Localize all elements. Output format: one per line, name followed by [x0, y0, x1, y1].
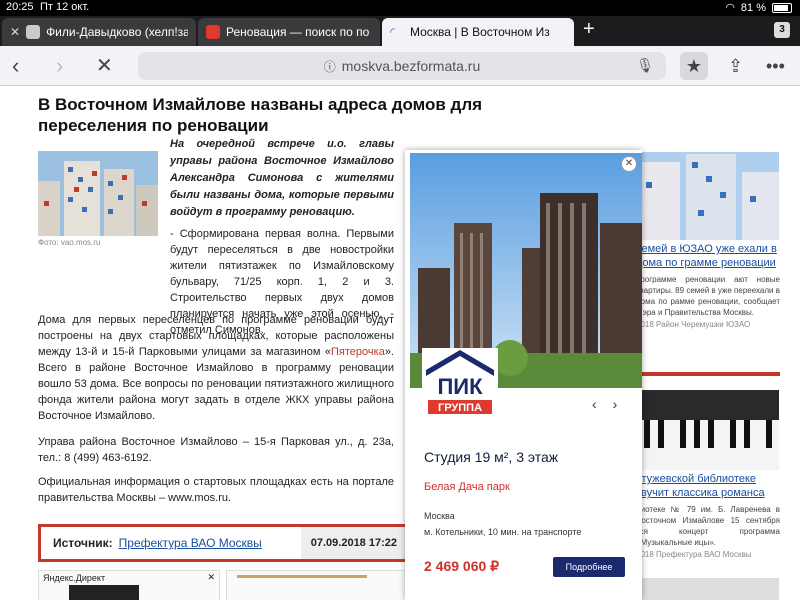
favicon-icon — [206, 25, 220, 39]
ad-price: 2 469 060 ₽ — [424, 558, 500, 574]
share-icon[interactable]: ⇪ — [728, 54, 743, 78]
back-icon[interactable]: ‹ — [12, 54, 19, 78]
sidebar-divider — [636, 372, 780, 376]
article-lead: На очередной встрече и.о. главы управы р… — [170, 138, 394, 218]
sweater-image — [69, 585, 139, 600]
tab-title: Фили-Давыдково (хелп!за — [46, 25, 188, 39]
source-link[interactable]: Префектура ВАО Москвы — [119, 536, 262, 550]
article-photo — [38, 151, 158, 236]
wifi-icon: ◠ — [725, 2, 735, 14]
status-bar: 20:25 Пт 12 окт. ◠ 81 % — [0, 0, 800, 16]
yandex-direct-label: Яндекс.Директ — [43, 573, 106, 583]
stop-loading-icon[interactable]: ✕ — [96, 54, 113, 78]
article-paragraph-2: Дома для первых переселенцев по программ… — [38, 312, 394, 424]
sidebar-item-2-meta: 2018 Префектура ВАО Москвы — [636, 550, 752, 559]
pik-logo: ПИК ГРУППА — [422, 348, 498, 420]
article-paragraph-3: Управа района Восточное Измайлово – 15-я… — [38, 436, 394, 464]
sidebar-item-1-meta: 2018 Район Черемушки ЮЗАО — [636, 320, 751, 329]
sidebar-item-2-link[interactable]: стужевской библиотеке звучит классика ро… — [636, 472, 780, 500]
yandex-ad-card[interactable]: Яндекс.Директ ✕ — [38, 570, 220, 600]
status-right: ◠ 81 % — [725, 1, 792, 14]
chevron-right-icon[interactable]: › — [613, 396, 618, 412]
ad-more-button[interactable]: Подробнее — [553, 557, 625, 577]
ad-location: м. Котельники, 10 мин. на транспорте — [424, 527, 582, 537]
bookmark-star-icon[interactable]: ★ — [680, 52, 708, 80]
battery-icon — [772, 2, 792, 13]
status-time: 20:25 — [6, 1, 34, 13]
favicon-icon — [26, 25, 41, 39]
tab-3-active[interactable]: ◜ Москва | В Восточном Из — [382, 18, 574, 46]
article-headline: В Восточном Измайлове названы адреса дом… — [38, 95, 483, 135]
forward-icon[interactable]: › — [56, 54, 63, 78]
yandex-direct-strip: Яндекс.Директ ✕ — [38, 570, 410, 600]
tab-count[interactable]: 3 — [774, 22, 790, 38]
url-text: moskva.bezformata.ru — [341, 58, 481, 74]
address-bar[interactable]: ⓘ moskva.bezformata.ru 🎙 — [138, 52, 666, 80]
tab-2[interactable]: Реновация — поиск по по — [198, 18, 380, 46]
ad-city: Москва — [424, 511, 455, 521]
tab-1[interactable]: ✕ Фили-Давыдково (хелп!за — [2, 18, 196, 46]
browser-toolbar: ‹ › ✕ ⓘ moskva.bezformata.ru 🎙 ★ ⇪ ••• — [0, 46, 800, 86]
close-icon[interactable]: ✕ — [621, 156, 637, 172]
loading-icon: ◜ — [390, 25, 395, 39]
site-info-icon[interactable]: ⓘ — [324, 58, 336, 75]
chevron-left-icon[interactable]: ‹ — [592, 396, 597, 412]
sidebar-item-1-link[interactable]: семей в ЮЗАО уже ехали в дома по грамме … — [636, 242, 780, 270]
tab-title: Москва | В Восточном Из — [410, 25, 550, 39]
tab-bar: ✕ Фили-Давыдково (хелп!за Реновация — по… — [0, 16, 800, 46]
ad-title[interactable]: Студия 19 м², 3 этаж — [424, 449, 558, 465]
battery-percent: 81 % — [740, 1, 766, 14]
pyaterochka-link[interactable]: Пятерочка — [331, 346, 385, 358]
curtain-rod-image — [237, 575, 367, 578]
sidebar-photo-2[interactable] — [636, 390, 779, 470]
close-icon[interactable]: ✕ — [207, 572, 215, 583]
tab-title: Реновация — поиск по по — [226, 25, 370, 39]
microphone-icon[interactable]: 🎙 — [636, 57, 654, 74]
photo-caption: Фото: vao.mos.ru — [38, 238, 101, 247]
sidebar-item-1-text: программе реновации ают новые квартиры. … — [636, 275, 780, 317]
more-icon[interactable]: ••• — [766, 54, 785, 78]
source-label: Источник: — [53, 536, 113, 550]
ad-carousel-arrows: ‹ › — [592, 396, 617, 412]
source-date: 07.09.2018 17:22 — [300, 527, 407, 559]
yandex-ad-card[interactable] — [226, 570, 410, 600]
status-date: Пт 12 окт. — [40, 1, 90, 13]
ad-subtitle[interactable]: Белая Дача парк — [424, 481, 510, 493]
new-tab-icon[interactable]: + — [583, 18, 595, 41]
pik-logo-subtext: ГРУППА — [438, 402, 482, 414]
sidebar-photo-3[interactable] — [636, 578, 779, 600]
sidebar-photo-1[interactable] — [636, 152, 779, 240]
pik-logo-text: ПИК — [437, 374, 483, 399]
sidebar-item-1: семей в ЮЗАО уже ехали в дома по грамме … — [636, 242, 780, 329]
close-icon[interactable]: ✕ — [10, 25, 20, 39]
page-content: В Восточном Измайлове названы адреса дом… — [0, 86, 800, 600]
sidebar-item-2: стужевской библиотеке звучит классика ро… — [636, 472, 780, 559]
sidebar-item-2-text: лиотеке № 79 им. Б. Лавренева в Восточно… — [636, 505, 780, 547]
source-box: Источник: Префектура ВАО Москвы 07.09.20… — [38, 524, 410, 562]
article-paragraph-4: Официальная информация о стартовых площа… — [38, 476, 394, 504]
